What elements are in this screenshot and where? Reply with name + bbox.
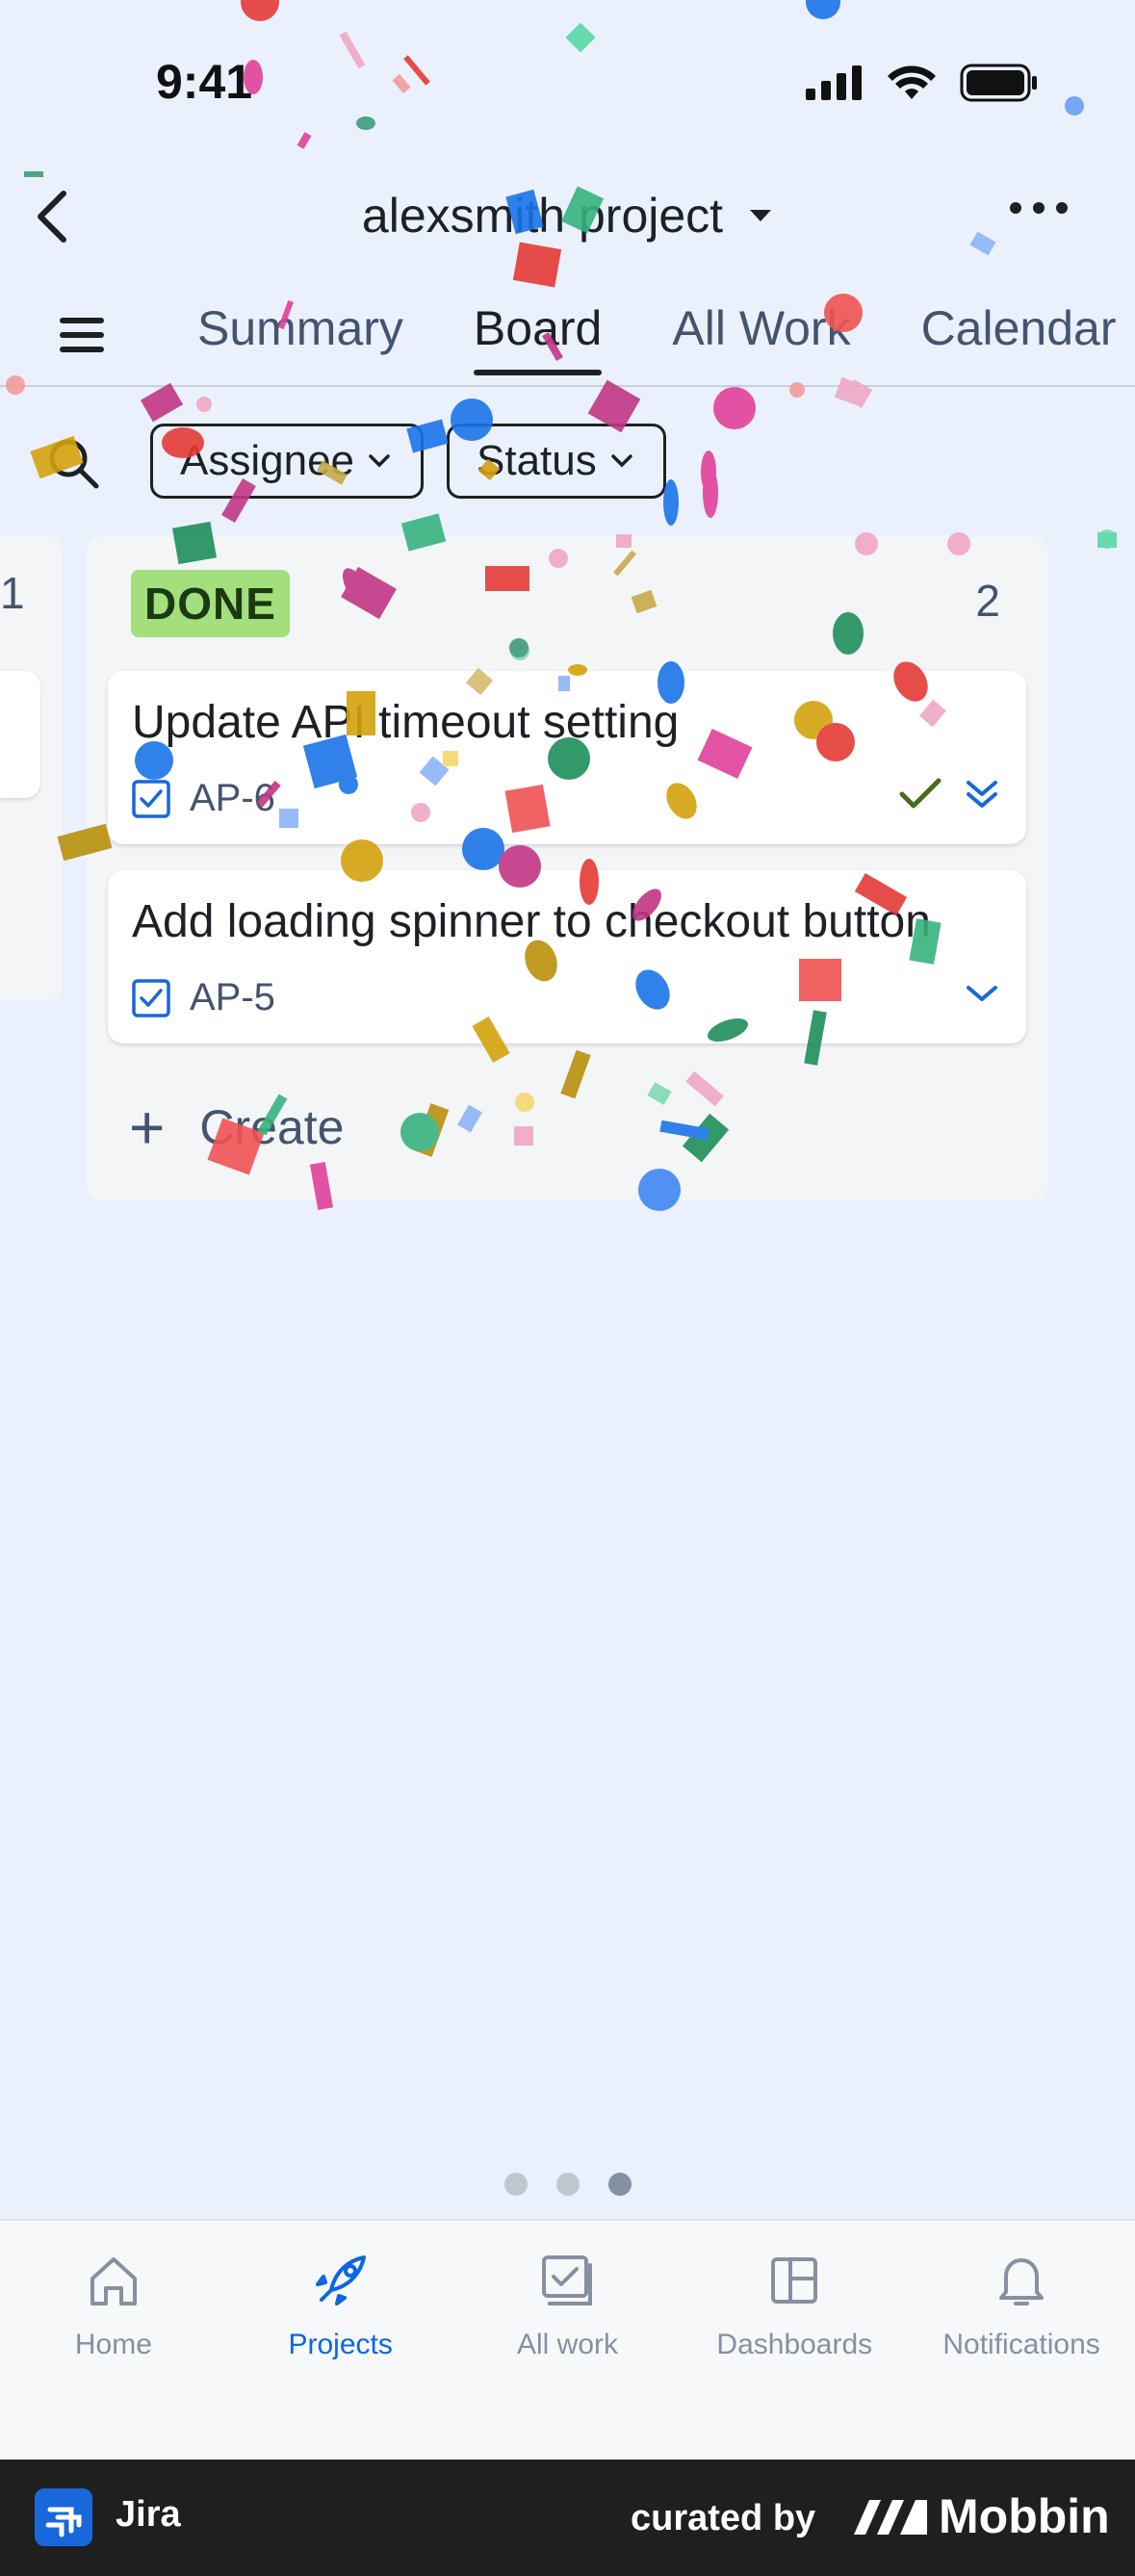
- task-checkbox-icon: [132, 978, 170, 1018]
- issue-card[interactable]: Add loading spinner to checkout button A…: [108, 870, 1026, 1043]
- tab-board[interactable]: Board: [473, 300, 603, 375]
- assignee-filter-label: Assignee: [180, 437, 355, 484]
- issue-card[interactable]: Update API timeout setting AP-6: [108, 671, 1026, 844]
- bottom-nav: Home Projects All work Dashboards Notifi…: [0, 2219, 1135, 2461]
- create-label: Create: [199, 1100, 345, 1154]
- footer-banner: Jira curated by Mobbin: [0, 2460, 1135, 2576]
- column-count: 1: [0, 568, 25, 618]
- assignee-filter[interactable]: Assignee: [150, 424, 424, 499]
- board-column-done: DONE 2 Update API timeout setting AP-6 A…: [87, 536, 1048, 1200]
- status-filter[interactable]: Status: [447, 424, 666, 499]
- battery-icon: [960, 64, 1037, 102]
- hamburger-menu-icon[interactable]: [60, 318, 104, 361]
- nav-label: Projects: [288, 2329, 393, 2360]
- status-filter-label: Status: [477, 437, 597, 484]
- dashboard-icon: [771, 2257, 818, 2304]
- all-work-icon: [542, 2255, 593, 2306]
- tab-calendar[interactable]: Calendar: [921, 300, 1117, 375]
- card-peek[interactable]: [0, 671, 40, 798]
- nav-label: Notifications: [942, 2329, 1100, 2360]
- issue-key: AP-5: [190, 976, 275, 1018]
- nav-label: All work: [516, 2329, 618, 2360]
- home-icon: [90, 2257, 137, 2306]
- rocket-icon: [315, 2255, 366, 2306]
- wifi-icon: [888, 65, 936, 99]
- nav-label: Dashboards: [716, 2329, 873, 2360]
- page-dot[interactable]: [503, 2173, 528, 2196]
- search-icon[interactable]: [43, 433, 101, 491]
- page-dot-active[interactable]: [607, 2173, 632, 2196]
- more-options-icon[interactable]: [1010, 202, 1068, 214]
- issue-key: AP-6: [190, 777, 275, 819]
- curated-by-label: curated by: [631, 2498, 816, 2538]
- tab-bar: Summary Board All Work Calendar: [197, 300, 1116, 375]
- chevron-down-icon: [611, 454, 632, 468]
- mobbin-logo-icon: [854, 2500, 927, 2535]
- status-icons: [806, 64, 1039, 102]
- caret-down-icon: [750, 210, 772, 221]
- page-title: alexsmith project: [361, 189, 724, 243]
- page-dot[interactable]: [555, 2173, 580, 2196]
- status-lozenge: DONE: [131, 570, 290, 637]
- nav-all-work[interactable]: All work: [454, 2221, 682, 2461]
- nav-projects[interactable]: Projects: [227, 2221, 454, 2461]
- nav-home[interactable]: Home: [0, 2221, 227, 2461]
- tab-all-work[interactable]: All Work: [672, 300, 850, 375]
- create-button[interactable]: + Create: [129, 1096, 344, 1158]
- issue-title: Add loading spinner to checkout button: [132, 896, 931, 947]
- status-time: 9:41: [156, 55, 253, 109]
- chevron-down-icon: [369, 454, 390, 468]
- bell-icon: [999, 2258, 1045, 2306]
- plus-icon: +: [129, 1093, 166, 1162]
- nav-notifications[interactable]: Notifications: [908, 2221, 1135, 2461]
- nav-label: Home: [74, 2329, 152, 2360]
- cellular-signal-icon: [806, 65, 862, 100]
- issue-title: Update API timeout setting: [132, 697, 680, 748]
- page-indicator: [0, 2173, 1135, 2196]
- footer-app-name: Jira: [116, 2494, 181, 2535]
- project-switcher[interactable]: alexsmith project: [0, 188, 1135, 244]
- nav-dashboards[interactable]: Dashboards: [681, 2221, 908, 2461]
- check-icon: [899, 778, 942, 809]
- mobbin-brand: Mobbin: [939, 2489, 1110, 2543]
- task-checkbox-icon: [132, 779, 170, 818]
- priority-lowest-icon: [967, 781, 997, 808]
- priority-low-icon: [967, 986, 997, 1001]
- column-count: 2: [975, 576, 1000, 626]
- tab-summary[interactable]: Summary: [197, 300, 403, 375]
- tabs-divider: [0, 385, 1135, 387]
- jira-logo-icon: [35, 2488, 92, 2546]
- board-column-previous[interactable]: 1: [0, 536, 63, 1000]
